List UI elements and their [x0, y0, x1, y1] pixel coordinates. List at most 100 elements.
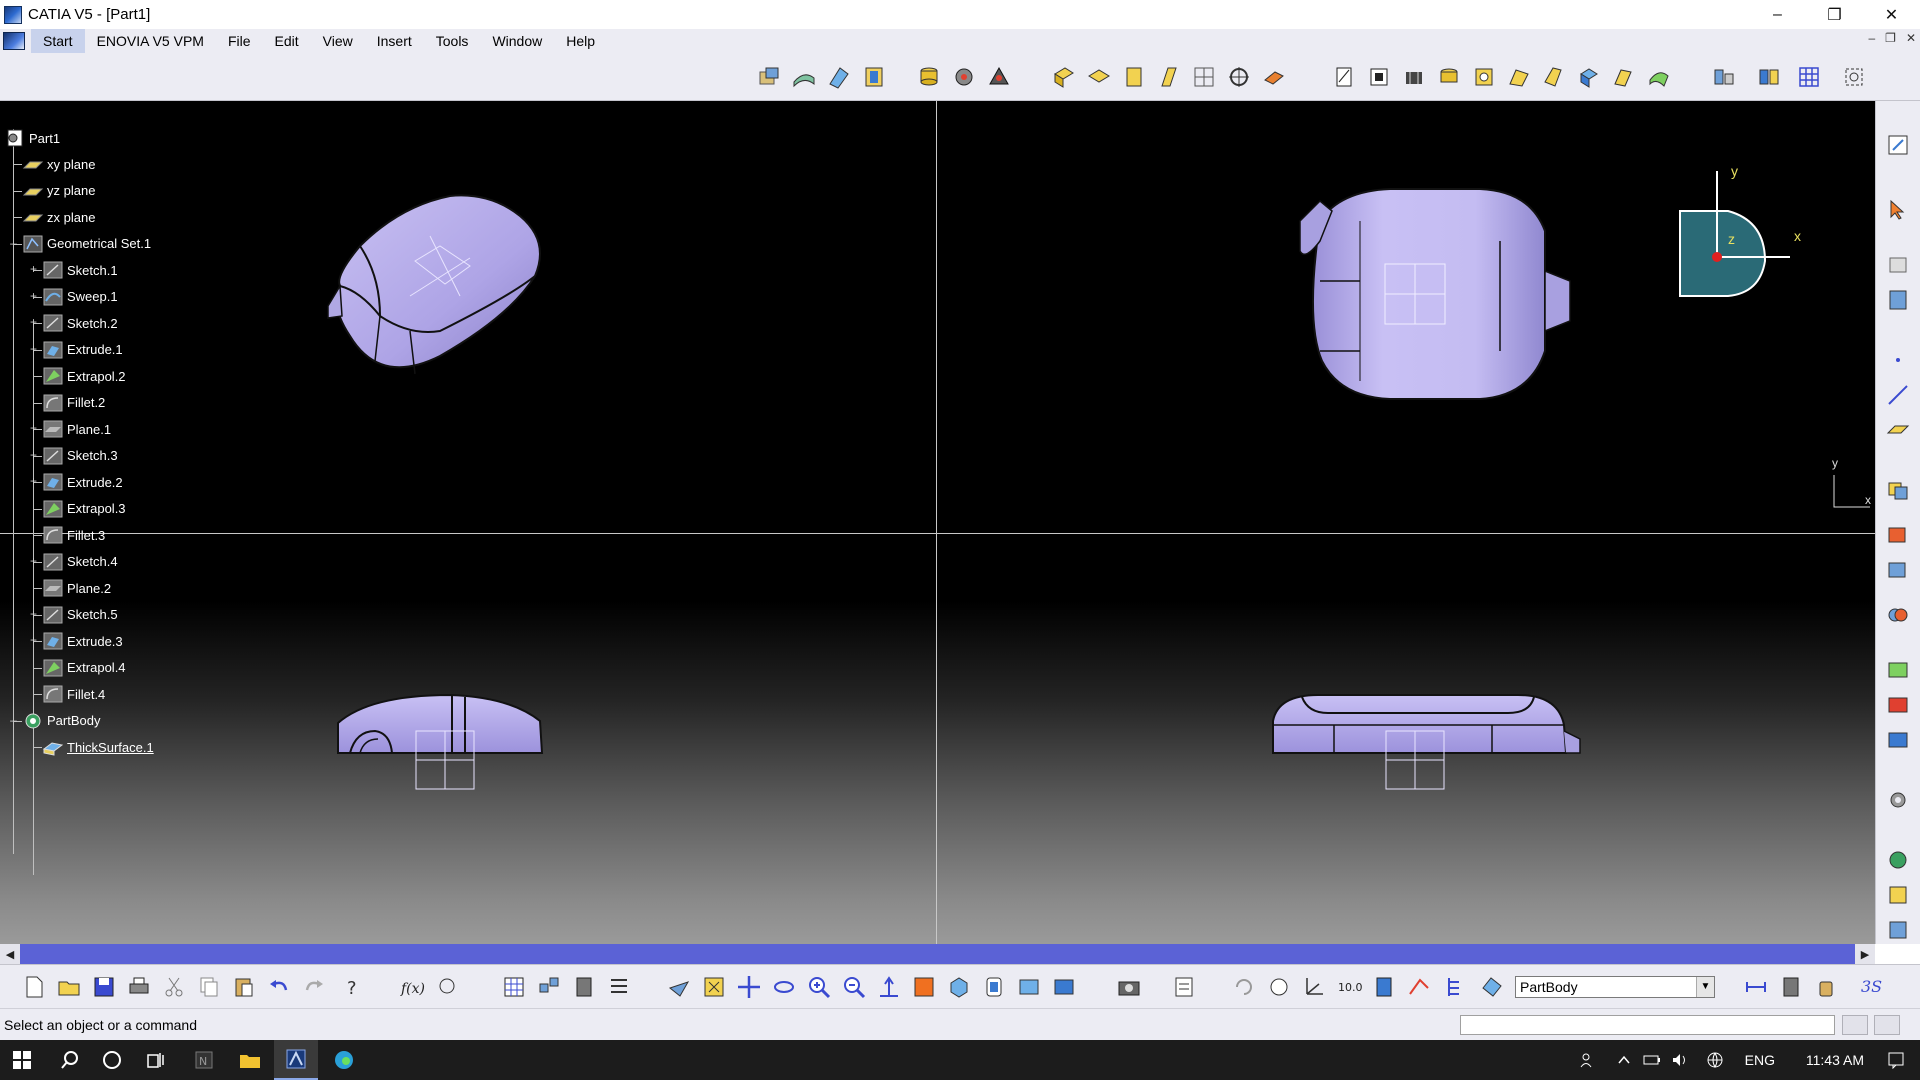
tree-node-extrapol-2[interactable]: Extrapol.2 [42, 365, 126, 387]
add-icon[interactable] [1884, 521, 1912, 549]
point-icon[interactable] [1884, 346, 1912, 374]
plane-tool-icon[interactable] [1884, 416, 1912, 444]
tree-node-fillet-3[interactable]: Fillet.3 [42, 524, 105, 546]
fit-all-in-icon[interactable] [700, 973, 728, 1001]
close-surface-icon[interactable] [1610, 63, 1638, 91]
tree-node-extrude-3[interactable]: Extrude.3 [42, 630, 123, 652]
boolean-icon[interactable] [1884, 476, 1912, 504]
section-icon[interactable] [1370, 973, 1398, 1001]
list-icon[interactable] [605, 973, 633, 1001]
shaft-icon[interactable] [1120, 63, 1148, 91]
viewport-split-horizontal[interactable] [0, 533, 1875, 534]
chamfer-icon[interactable] [1365, 63, 1393, 91]
3d-viewport[interactable]: y x z y x Part1 xy plane yz plane zx plane… [0, 101, 1875, 944]
doc-minimize-icon[interactable]: – [1868, 31, 1875, 45]
workbench-icon[interactable] [1170, 973, 1198, 1001]
sketcher-icon[interactable] [1884, 131, 1912, 159]
3d-dimension-icon[interactable]: 10.0 [1335, 973, 1363, 1001]
edge-browser-icon[interactable] [322, 1040, 366, 1080]
tree-node-sketch-2[interactable]: Sketch.2 [42, 312, 118, 334]
fillet-tool-icon[interactable] [1330, 63, 1358, 91]
part-top-view[interactable] [1270, 181, 1590, 411]
select-arrow-icon[interactable] [1884, 196, 1912, 224]
knowledge-icon[interactable] [433, 973, 461, 1001]
task-view-icon[interactable] [134, 1040, 178, 1080]
hole-icon[interactable] [1190, 63, 1218, 91]
menu-help[interactable]: Help [554, 29, 607, 53]
zoom-in-icon[interactable] [805, 973, 833, 1001]
scroll-left-icon[interactable]: ◀ [0, 944, 20, 964]
formula-icon[interactable]: f(x) [398, 973, 426, 1001]
iso-view-icon[interactable] [945, 973, 973, 1001]
measure-item-icon[interactable] [1777, 973, 1805, 1001]
cut-icon[interactable] [160, 973, 188, 1001]
tree-node-sweep-1[interactable]: Sweep.1 [42, 286, 118, 308]
tree-node-sketch-1[interactable]: Sketch.1 [42, 259, 118, 281]
tree-expander-icon[interactable]: + [28, 634, 39, 646]
swap-visible-icon[interactable] [1884, 286, 1912, 314]
notebook-app-icon[interactable]: N [182, 1040, 226, 1080]
fly-mode-icon[interactable] [665, 973, 693, 1001]
symmetry-icon[interactable] [1884, 726, 1912, 754]
open-folder-icon[interactable] [55, 973, 83, 1001]
notification-center-icon[interactable] [1872, 1040, 1920, 1080]
windows-start-icon[interactable] [0, 1040, 44, 1080]
tree-expander-icon[interactable]: + [28, 608, 39, 620]
measure-icon[interactable] [1710, 63, 1738, 91]
hide-show-icon[interactable] [1884, 251, 1912, 279]
tree-expander-icon[interactable]: – [8, 714, 19, 726]
rib-icon[interactable] [1260, 63, 1288, 91]
offset-icon[interactable] [825, 63, 853, 91]
print-icon[interactable] [125, 973, 153, 1001]
copy-icon[interactable] [195, 973, 223, 1001]
status-button-1[interactable] [1842, 1015, 1868, 1035]
assembly-icon[interactable] [950, 63, 978, 91]
part-front-view[interactable] [330, 691, 560, 811]
swap-space-icon[interactable] [1050, 973, 1078, 1001]
pocket-icon[interactable] [1085, 63, 1113, 91]
tree-expander-icon[interactable]: + [28, 290, 39, 302]
tree-node-zx-plane[interactable]: zx plane [22, 206, 95, 228]
catalog-icon[interactable] [860, 63, 888, 91]
instantiate-icon[interactable] [535, 973, 563, 1001]
target-icon[interactable] [1225, 63, 1253, 91]
catia-taskbar-icon[interactable] [274, 1040, 318, 1080]
current-body-select[interactable]: PartBody ▼ [1515, 976, 1715, 998]
volume-icon[interactable] [1666, 1040, 1694, 1080]
undo-icon[interactable] [265, 973, 293, 1001]
grid-icon[interactable] [1795, 63, 1823, 91]
menu-start[interactable]: Start [31, 29, 85, 53]
tree-root-part1[interactable]: Part1 [4, 127, 60, 149]
tree-node-extrude-2[interactable]: Extrude.2 [42, 471, 123, 493]
render-style-icon[interactable] [1755, 63, 1783, 91]
hide-icon[interactable] [1015, 973, 1043, 1001]
tree-node-plane-2[interactable]: Plane.2 [42, 577, 111, 599]
tree-expander-icon[interactable]: + [28, 316, 39, 328]
groove-icon[interactable] [1155, 63, 1183, 91]
zoom-out-icon[interactable] [840, 973, 868, 1001]
sew-surface-icon[interactable] [1645, 63, 1673, 91]
spec-tree-icon[interactable] [1440, 973, 1468, 1001]
mass-properties-icon[interactable] [1812, 973, 1840, 1001]
translate-icon[interactable] [1884, 656, 1912, 684]
shell-icon[interactable] [1435, 63, 1463, 91]
doc-close-icon[interactable]: ✕ [1906, 31, 1916, 45]
status-button-2[interactable] [1874, 1015, 1900, 1035]
tree-node-plane-1[interactable]: Plane.1 [42, 418, 111, 440]
remove-icon[interactable] [1884, 556, 1912, 584]
horizontal-scrollbar[interactable]: ◀ ▶ [0, 944, 1875, 964]
close-button[interactable]: ✕ [1863, 0, 1920, 29]
intersect-icon[interactable] [1884, 601, 1912, 629]
settings-gear-icon[interactable] [1884, 786, 1912, 814]
part-isometric-view[interactable] [320, 186, 620, 406]
taskbar-clock[interactable]: 11:43 AM [1806, 1052, 1864, 1068]
tree-expander-icon[interactable]: + [28, 422, 39, 434]
doc-restore-icon[interactable]: ❐ [1885, 31, 1896, 45]
axis-system-icon[interactable] [1300, 973, 1328, 1001]
new-file-icon[interactable] [20, 973, 48, 1001]
minimize-button[interactable]: – [1749, 0, 1806, 29]
tree-node-fillet-4[interactable]: Fillet.4 [42, 683, 105, 705]
part-design-icon[interactable] [755, 63, 783, 91]
parameters-icon[interactable] [1884, 881, 1912, 909]
tree-node-extrude-1[interactable]: Extrude.1 [42, 339, 123, 361]
